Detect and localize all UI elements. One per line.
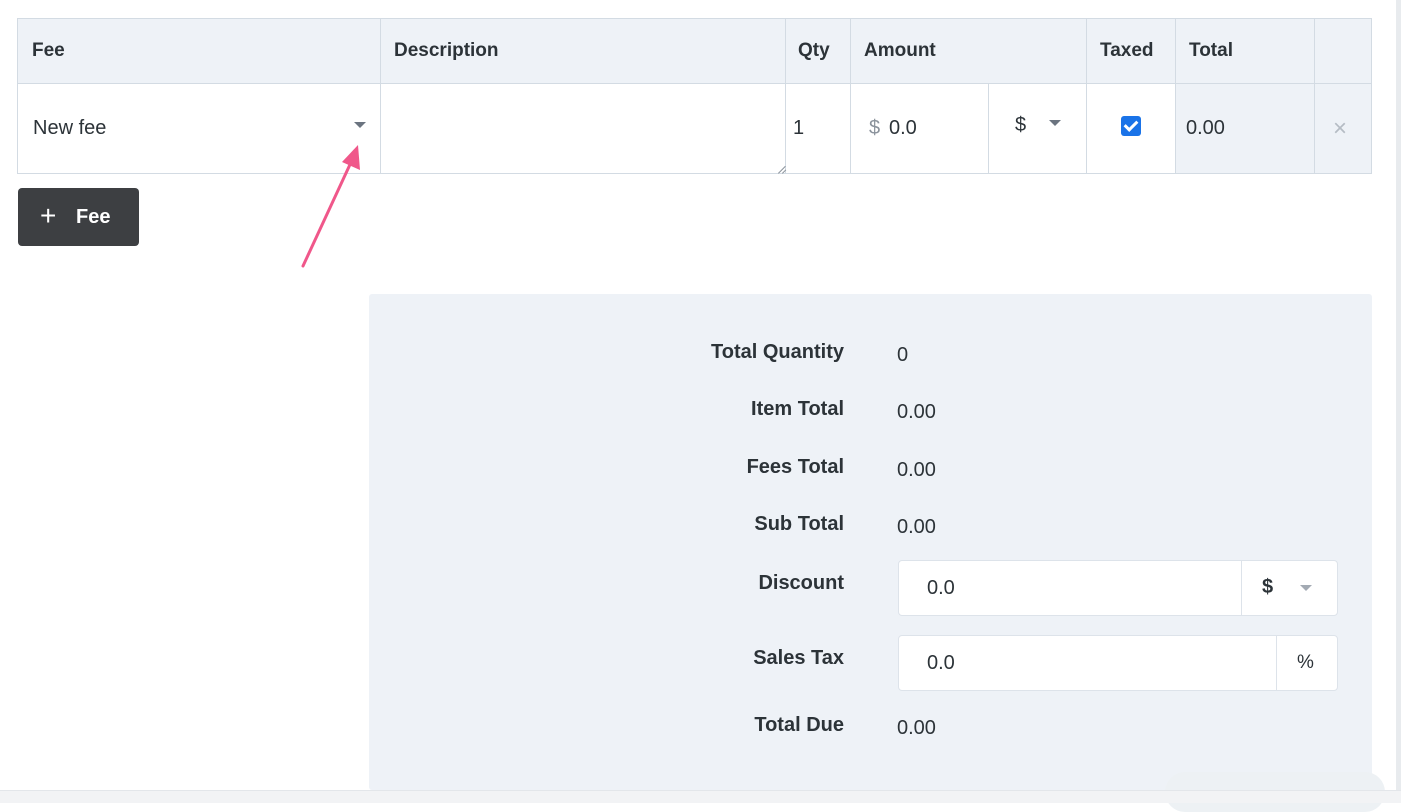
taxed-checkbox[interactable] <box>1121 116 1141 136</box>
row-total-cell: 0.00 <box>1176 84 1314 173</box>
chevron-down-icon <box>1049 120 1061 126</box>
header-qty: Qty <box>798 40 830 61</box>
fee-table: Fee Description Qty Amount Taxed Total N… <box>17 18 1372 174</box>
close-icon: × <box>1333 115 1348 142</box>
qty-input[interactable]: 1 <box>786 84 850 173</box>
item-total-label: Item Total <box>751 398 844 420</box>
total-quantity-value: 0 <box>897 344 909 366</box>
qty-value: 1 <box>793 117 805 139</box>
discount-input[interactable]: 0.0 $ <box>898 560 1338 616</box>
discount-label: Discount <box>758 572 844 594</box>
add-fee-button[interactable]: + Fee <box>18 188 139 246</box>
row-total-value: 0.00 <box>1186 117 1225 139</box>
fees-total-label: Fees Total <box>746 456 844 478</box>
remove-row-button[interactable]: × <box>1315 84 1371 173</box>
fee-select-value: New fee <box>33 117 107 139</box>
window-bottom-edge <box>0 790 1401 803</box>
amount-unit-select[interactable]: $ <box>989 84 1086 173</box>
header-taxed: Taxed <box>1100 40 1154 61</box>
discount-value: 0.0 <box>927 577 955 599</box>
annotation-arrow-icon <box>301 145 360 268</box>
header-amount: Amount <box>864 40 936 61</box>
textarea-resize-handle[interactable] <box>778 164 786 172</box>
plus-icon: + <box>40 200 57 231</box>
discount-unit-value: $ <box>1262 576 1274 598</box>
total-due-value: 0.00 <box>897 717 936 739</box>
amount-value: 0.0 <box>889 117 917 139</box>
fee-table-header: Fee Description Qty Amount Taxed Total <box>18 19 1371 84</box>
sales-tax-label: Sales Tax <box>753 647 844 669</box>
sales-tax-value: 0.0 <box>927 652 955 674</box>
sales-tax-unit-addon: % <box>1276 636 1337 690</box>
fees-total-value: 0.00 <box>897 459 936 481</box>
sub-total-label: Sub Total <box>754 513 844 535</box>
discount-unit-select[interactable]: $ <box>1241 561 1337 615</box>
header-fee: Fee <box>32 40 65 61</box>
totals-panel: Total Quantity 0 Item Total 0.00 Fees To… <box>369 294 1372 790</box>
column-divider <box>1086 19 1087 173</box>
header-total: Total <box>1189 40 1233 61</box>
amount-currency-prefix: $ <box>869 117 881 139</box>
add-fee-label: Fee <box>76 206 111 228</box>
chevron-down-icon <box>1300 585 1312 591</box>
description-textarea[interactable] <box>381 84 785 173</box>
item-total-value: 0.00 <box>897 401 936 423</box>
total-due-label: Total Due <box>754 714 844 736</box>
sub-total-value: 0.00 <box>897 516 936 538</box>
sales-tax-input[interactable]: 0.0 % <box>898 635 1338 691</box>
percent-icon: % <box>1297 652 1314 673</box>
amount-input[interactable]: $ 0.0 <box>851 84 988 173</box>
chevron-down-icon <box>354 122 366 128</box>
amount-unit-value: $ <box>1015 114 1027 136</box>
total-quantity-label: Total Quantity <box>711 341 844 363</box>
vertical-scrollbar[interactable] <box>1396 0 1401 802</box>
header-description: Description <box>394 40 499 61</box>
